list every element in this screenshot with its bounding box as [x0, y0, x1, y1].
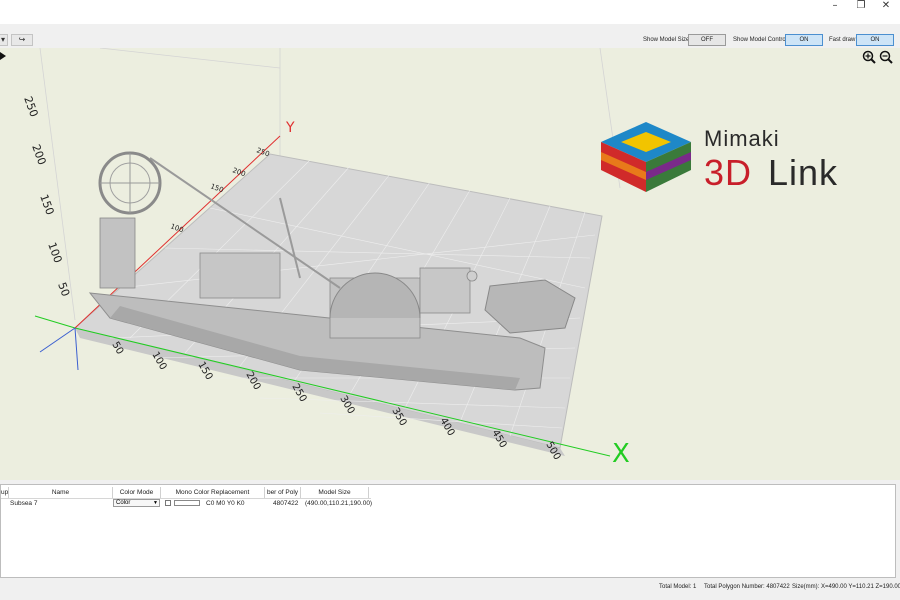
restore-button[interactable]: ❐	[848, 0, 874, 12]
color-mode-select[interactable]: Color ▼	[113, 499, 160, 507]
col-mono-color[interactable]: Mono Color Replacement	[161, 487, 265, 498]
status-size: Size(mm): X=490.00 Y=110.21 Z=190.00	[792, 584, 900, 590]
scene-canvas: Y X 50 100 150 200 250 300 350 400 450 5…	[0, 48, 630, 469]
show-model-size-label: Show Model Size	[643, 37, 690, 43]
col-color-mode[interactable]: Color Mode	[113, 487, 161, 498]
y-tick: 100	[169, 222, 184, 234]
redo-arrow-icon: ↪	[18, 35, 26, 44]
row-name: Subsea 7	[10, 500, 38, 507]
col-polygons[interactable]: ber of Poly	[265, 487, 301, 498]
fast-draw-label: Fast draw	[829, 37, 856, 43]
z-tick: 50	[55, 281, 72, 299]
model-size-value: (490.00,110.21,190.00)	[305, 500, 373, 507]
axis-y-label: Y	[285, 120, 295, 136]
logo-cube-icon	[601, 122, 691, 192]
color-mode-value: Color	[116, 500, 131, 506]
status-total-polygon: Total Polygon Number: 4807422	[704, 584, 790, 590]
axis-x-label: X	[612, 439, 630, 469]
dropdown-arrow-button[interactable]: ▾	[0, 34, 8, 46]
col-name[interactable]: Name	[9, 487, 113, 498]
show-model-control-label: Show Model Control	[733, 37, 788, 43]
col-group[interactable]: up	[1, 487, 9, 498]
minimize-button[interactable]: –	[822, 0, 848, 12]
mono-color-checkbox[interactable]	[165, 500, 171, 506]
fast-draw-toggle[interactable]: ON	[856, 34, 894, 46]
z-tick: 100	[45, 241, 64, 265]
collapse-arrow-icon	[0, 52, 6, 60]
logo-link-text: Link	[768, 152, 839, 193]
table-header: up Name Color Mode Mono Color Replacemen…	[1, 485, 371, 499]
chevron-down-icon: ▼	[153, 500, 158, 506]
polygon-count: 4807422	[273, 500, 299, 507]
close-button[interactable]: ✕	[873, 0, 899, 12]
y-tick: 200	[231, 166, 246, 178]
col-model-size[interactable]: Model Size	[301, 487, 369, 498]
redo-button[interactable]: ↪	[11, 34, 33, 46]
z-tick: 150	[37, 193, 56, 217]
toolbar: ▾ ↪ Show Model Size OFF Show Model Contr…	[0, 32, 900, 48]
zoom-out-icon[interactable]	[879, 50, 893, 64]
show-model-size-toggle[interactable]: OFF	[688, 34, 726, 46]
mono-color-swatch[interactable]	[174, 500, 200, 506]
status-bar: Total Model: 1 Total Polygon Number: 480…	[0, 578, 900, 600]
mono-color-value: C0 M0 Y0 K0	[206, 500, 245, 507]
y-tick: 150	[209, 182, 224, 194]
logo-3d-text: 3D	[704, 152, 753, 193]
logo-mimaki-text: Mimaki	[704, 126, 780, 151]
mimaki-logo: Mimaki 3D Link	[596, 122, 886, 202]
zoom-in-icon[interactable]	[862, 50, 876, 64]
model-table: up Name Color Mode Mono Color Replacemen…	[0, 484, 896, 578]
3d-viewport[interactable]: Y X 50 100 150 200 250 300 350 400 450 5…	[0, 48, 900, 480]
z-tick: 200	[29, 143, 48, 167]
z-tick: 250	[21, 95, 40, 119]
title-bar: – ❐ ✕	[0, 0, 900, 24]
app-window: – ❐ ✕ ▾ ↪ Show Model Size OFF Show Model…	[0, 0, 900, 600]
status-total-model: Total Model: 1	[659, 584, 697, 590]
show-model-control-toggle[interactable]: ON	[785, 34, 823, 46]
